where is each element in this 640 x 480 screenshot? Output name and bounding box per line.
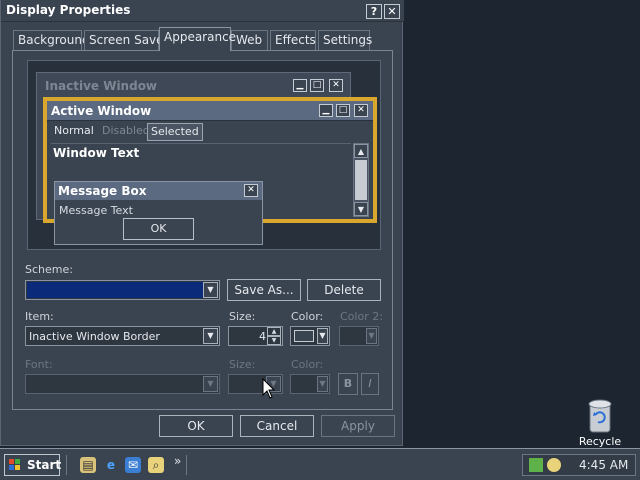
message-box-title: Message Box bbox=[58, 184, 147, 198]
color2-picker[interactable]: ▼ bbox=[339, 326, 379, 346]
volume-tray-icon[interactable] bbox=[547, 458, 561, 472]
ok-button[interactable]: OK bbox=[159, 415, 233, 437]
message-box-preview[interactable]: Message Box ✕ Message Text OK bbox=[54, 181, 263, 245]
preview-scrollbar[interactable]: ▲ ▼ bbox=[353, 143, 369, 217]
color-swatch bbox=[294, 330, 314, 342]
color-label: Color: bbox=[291, 310, 324, 323]
taskbar-separator bbox=[66, 455, 68, 475]
chevron-down-icon[interactable]: ▼ bbox=[203, 282, 218, 298]
chevron-down-icon[interactable]: ▼ bbox=[366, 328, 377, 344]
windows-flag-icon bbox=[9, 459, 21, 471]
message-box-titlebar: Message Box ✕ bbox=[55, 182, 262, 200]
scheme-selection bbox=[27, 282, 203, 298]
taskbar-separator bbox=[186, 455, 188, 475]
show-desktop-icon[interactable]: ▤ bbox=[80, 457, 96, 473]
help-button[interactable]: ? bbox=[366, 4, 382, 19]
taskbar: Start ▤ e ✉ ⌕ » 4:45 AM bbox=[0, 448, 640, 480]
active-close-icon: ✕ bbox=[354, 104, 368, 117]
active-window-title: Active Window bbox=[51, 104, 152, 118]
item-value: Inactive Window Border bbox=[29, 330, 160, 343]
spin-down-icon[interactable]: ▼ bbox=[267, 336, 281, 345]
active-minimize-icon: ▁ bbox=[319, 104, 333, 117]
italic-button[interactable]: I bbox=[361, 373, 379, 395]
tab-background[interactable]: Background bbox=[13, 30, 90, 50]
inactive-window-title: Inactive Window bbox=[45, 79, 158, 93]
inactive-minimize-icon: ▁ bbox=[293, 79, 307, 92]
chevron-down-icon[interactable]: ▼ bbox=[317, 376, 328, 392]
cancel-button[interactable]: Cancel bbox=[240, 415, 314, 437]
menu-selected[interactable]: Selected bbox=[147, 123, 203, 141]
tab-screen-saver[interactable]: Screen Saver bbox=[84, 30, 168, 50]
save-as-button[interactable]: Save As... bbox=[227, 279, 301, 301]
recycle-bin-icon bbox=[588, 399, 612, 433]
window-text: Window Text bbox=[53, 146, 140, 160]
tab-effects[interactable]: Effects bbox=[270, 30, 316, 50]
clock[interactable]: 4:45 AM bbox=[579, 458, 628, 472]
bold-button[interactable]: B bbox=[338, 373, 358, 395]
tab-web[interactable]: Web bbox=[231, 30, 268, 50]
scroll-up-icon[interactable]: ▲ bbox=[354, 144, 368, 158]
scheme-dropdown[interactable]: ▼ bbox=[25, 280, 220, 300]
chevron-down-icon[interactable]: ▼ bbox=[203, 376, 218, 392]
font-color-picker[interactable]: ▼ bbox=[290, 374, 330, 394]
outlook-express-icon[interactable]: ✉ bbox=[125, 457, 141, 473]
tab-settings[interactable]: Settings bbox=[318, 30, 372, 50]
inactive-maximize-icon: □ bbox=[310, 79, 324, 92]
active-window-titlebar[interactable]: Active Window ▁ □ ✕ bbox=[47, 101, 373, 121]
size-value: 4 bbox=[259, 330, 266, 343]
mouse-cursor-icon bbox=[262, 378, 276, 399]
active-maximize-icon: □ bbox=[336, 104, 350, 117]
item-dropdown[interactable]: Inactive Window Border ▼ bbox=[25, 326, 220, 346]
menu-disabled[interactable]: Disabled bbox=[99, 123, 153, 141]
font-dropdown[interactable]: ▼ bbox=[25, 374, 220, 394]
network-tray-icon[interactable] bbox=[529, 458, 543, 472]
internet-explorer-icon[interactable]: e bbox=[103, 457, 119, 473]
menu-normal[interactable]: Normal bbox=[51, 123, 97, 141]
tab-appearance[interactable]: Appearance bbox=[159, 27, 236, 51]
recycle-bin[interactable]: Recycle Bin bbox=[570, 398, 630, 461]
scroll-down-icon[interactable]: ▼ bbox=[354, 202, 368, 216]
chevron-down-icon[interactable]: ▼ bbox=[317, 328, 328, 344]
close-button[interactable]: ✕ bbox=[384, 4, 400, 19]
font-color-label: Color: bbox=[291, 358, 324, 371]
windows-explorer-icon[interactable]: ⌕ bbox=[148, 457, 164, 473]
quicklaunch-chevron-icon[interactable]: » bbox=[174, 454, 181, 468]
dialog-title: Display Properties bbox=[6, 3, 131, 17]
display-properties-dialog: Display Properties ? ✕ Background Screen… bbox=[0, 0, 404, 446]
spin-up-icon[interactable]: ▲ bbox=[267, 327, 281, 336]
scroll-thumb[interactable] bbox=[355, 160, 367, 200]
color2-label: Color 2: bbox=[340, 310, 383, 323]
size-spinner[interactable]: 4 ▲ ▼ bbox=[228, 326, 283, 346]
dialog-titlebar[interactable]: Display Properties ? ✕ bbox=[1, 0, 404, 22]
font-label: Font: bbox=[25, 358, 53, 371]
font-size-label: Size: bbox=[229, 358, 256, 371]
color-picker[interactable]: ▼ bbox=[290, 326, 330, 346]
message-text: Message Text bbox=[59, 204, 133, 217]
start-button[interactable]: Start bbox=[4, 454, 62, 476]
message-box-ok-button[interactable]: OK bbox=[123, 218, 194, 240]
system-tray: 4:45 AM bbox=[522, 454, 636, 476]
inactive-close-icon: ✕ bbox=[329, 79, 343, 92]
start-label: Start bbox=[27, 458, 62, 472]
chevron-down-icon[interactable]: ▼ bbox=[203, 328, 218, 344]
item-label: Item: bbox=[25, 310, 54, 323]
delete-button[interactable]: Delete bbox=[307, 279, 381, 301]
size-label: Size: bbox=[229, 310, 256, 323]
apply-button[interactable]: Apply bbox=[321, 415, 395, 437]
message-box-close-icon: ✕ bbox=[244, 184, 258, 197]
scheme-label: Scheme: bbox=[25, 263, 73, 276]
